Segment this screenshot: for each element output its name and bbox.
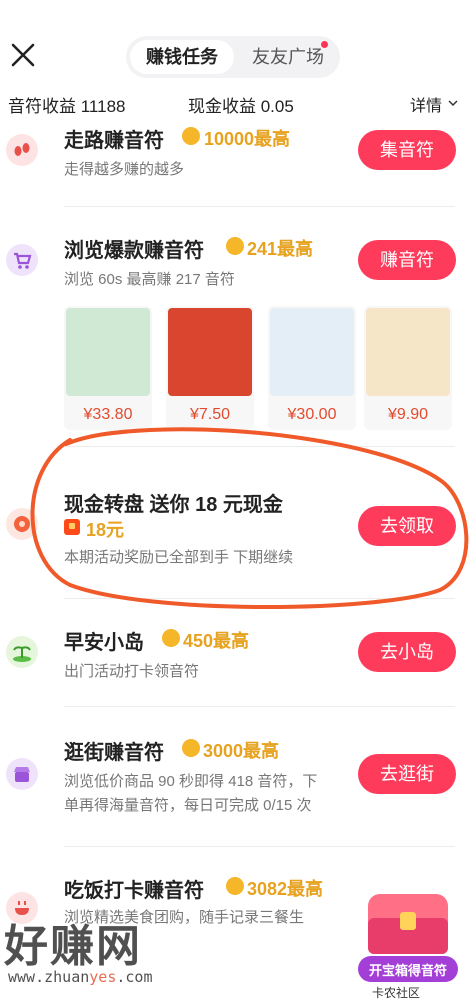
task-desc: 走得越多赚的越多	[64, 161, 185, 178]
task-desc: 出门活动打卡领音符	[64, 663, 200, 680]
task-title: 逛街赚音符	[64, 742, 164, 764]
task-cash-wheel: 现金转盘 送你 18 元现金 18元 本期活动奖励已全部到手 下期继续 去领取	[0, 470, 469, 580]
task-reward: 18元	[86, 520, 125, 540]
divider	[64, 846, 455, 847]
note-coin-icon	[226, 237, 244, 255]
cart-icon	[6, 244, 38, 276]
product-image	[66, 308, 150, 396]
product-card[interactable]: ¥30.00	[268, 306, 356, 430]
task-reward: 3082最高	[247, 879, 324, 899]
task-title: 走路赚音符	[64, 130, 164, 152]
product-image	[168, 308, 252, 396]
product-price: ¥30.00	[287, 406, 337, 423]
task-title: 浏览爆款赚音符	[64, 240, 204, 262]
claim-button[interactable]: 去领取	[358, 506, 456, 546]
earnings-row: 音符收益 11188 现金收益 0.05 详情	[0, 90, 469, 116]
product-price: ¥33.80	[83, 406, 133, 423]
task-browse: 浏览爆款赚音符 241最高 浏览 60s 最高赚 217 音符 赚音符	[0, 220, 469, 300]
task-reward: 241最高	[247, 239, 314, 259]
watermark-logo: 好赚网	[4, 922, 142, 971]
product-card[interactable]: ¥7.50	[166, 306, 254, 430]
divider	[64, 706, 455, 707]
task-reward: 10000最高	[204, 129, 291, 149]
island-icon	[6, 636, 38, 668]
task-desc: 浏览低价商品 90 秒即得 418 音符，下	[64, 773, 318, 790]
header: 赚钱任务 友友广场	[0, 0, 469, 88]
watermark-url: www.zhuanyes.com	[8, 968, 153, 986]
cash-earnings: 现金收益 0.05	[188, 97, 294, 116]
corner-watermark: 卡农社区	[372, 986, 421, 1000]
tab-bar: 赚钱任务 友友广场	[126, 36, 340, 78]
task-desc-line2: 单再得海量音符，每日可完成 0/15 次	[64, 797, 312, 814]
footprint-icon	[6, 134, 38, 166]
task-shopping: 逛街赚音符 3000最高 浏览低价商品 90 秒即得 418 音符，下 单再得海…	[0, 722, 469, 832]
task-reward: 450最高	[183, 631, 250, 651]
task-reward: 3000最高	[203, 741, 280, 761]
divider	[64, 598, 455, 599]
product-price: ¥7.50	[189, 406, 231, 423]
product-image	[366, 308, 450, 396]
note-earnings: 音符收益 11188	[8, 97, 126, 116]
wheel-icon	[6, 508, 38, 540]
task-desc: 本期活动奖励已全部到手 下期继续	[64, 549, 294, 566]
go-island-button[interactable]: 去小岛	[358, 632, 456, 672]
task-title: 吃饭打卡赚音符	[64, 880, 204, 902]
divider	[64, 206, 455, 207]
product-card[interactable]: ¥33.80	[64, 306, 152, 430]
watermark: 好赚网 www.zhuanyes.com	[0, 910, 300, 1000]
tab-friends-square-label: 友友广场	[252, 47, 324, 67]
task-title: 现金转盘 送你 18 元现金	[64, 494, 283, 516]
tab-earn-tasks[interactable]: 赚钱任务	[130, 40, 234, 74]
go-shopping-button[interactable]: 去逛街	[358, 754, 456, 794]
chevron-down-icon[interactable]	[448, 98, 458, 108]
close-icon[interactable]	[8, 40, 38, 70]
divider	[64, 446, 455, 447]
task-island: 早安小岛 450最高 出门活动打卡领音符 去小岛	[0, 614, 469, 694]
note-coin-icon	[226, 877, 244, 895]
task-title: 早安小岛	[64, 632, 144, 654]
details-link[interactable]: 详情	[410, 92, 442, 116]
product-strip: ¥33.80 ¥7.50 ¥30.00 ¥9.90	[64, 306, 464, 430]
task-desc: 浏览 60s 最高赚 217 音符	[64, 271, 235, 288]
product-image	[270, 308, 354, 396]
note-coin-icon	[182, 739, 200, 757]
treasure-label: 开宝箱得音符	[368, 963, 447, 978]
product-card[interactable]: ¥9.90	[364, 306, 452, 430]
note-coin-icon	[162, 629, 180, 647]
notification-dot	[321, 41, 328, 48]
earn-notes-button[interactable]: 赚音符	[358, 240, 456, 280]
treasure-chest-badge[interactable]: 开宝箱得音符	[356, 880, 460, 984]
task-walk: 走路赚音符 10000最高 走得越多赚的越多 集音符	[0, 118, 469, 208]
note-coin-icon	[182, 127, 200, 145]
red-packet-icon	[64, 519, 80, 535]
shop-icon	[6, 758, 38, 790]
product-price: ¥9.90	[387, 406, 429, 423]
collect-notes-button[interactable]: 集音符	[358, 130, 456, 170]
